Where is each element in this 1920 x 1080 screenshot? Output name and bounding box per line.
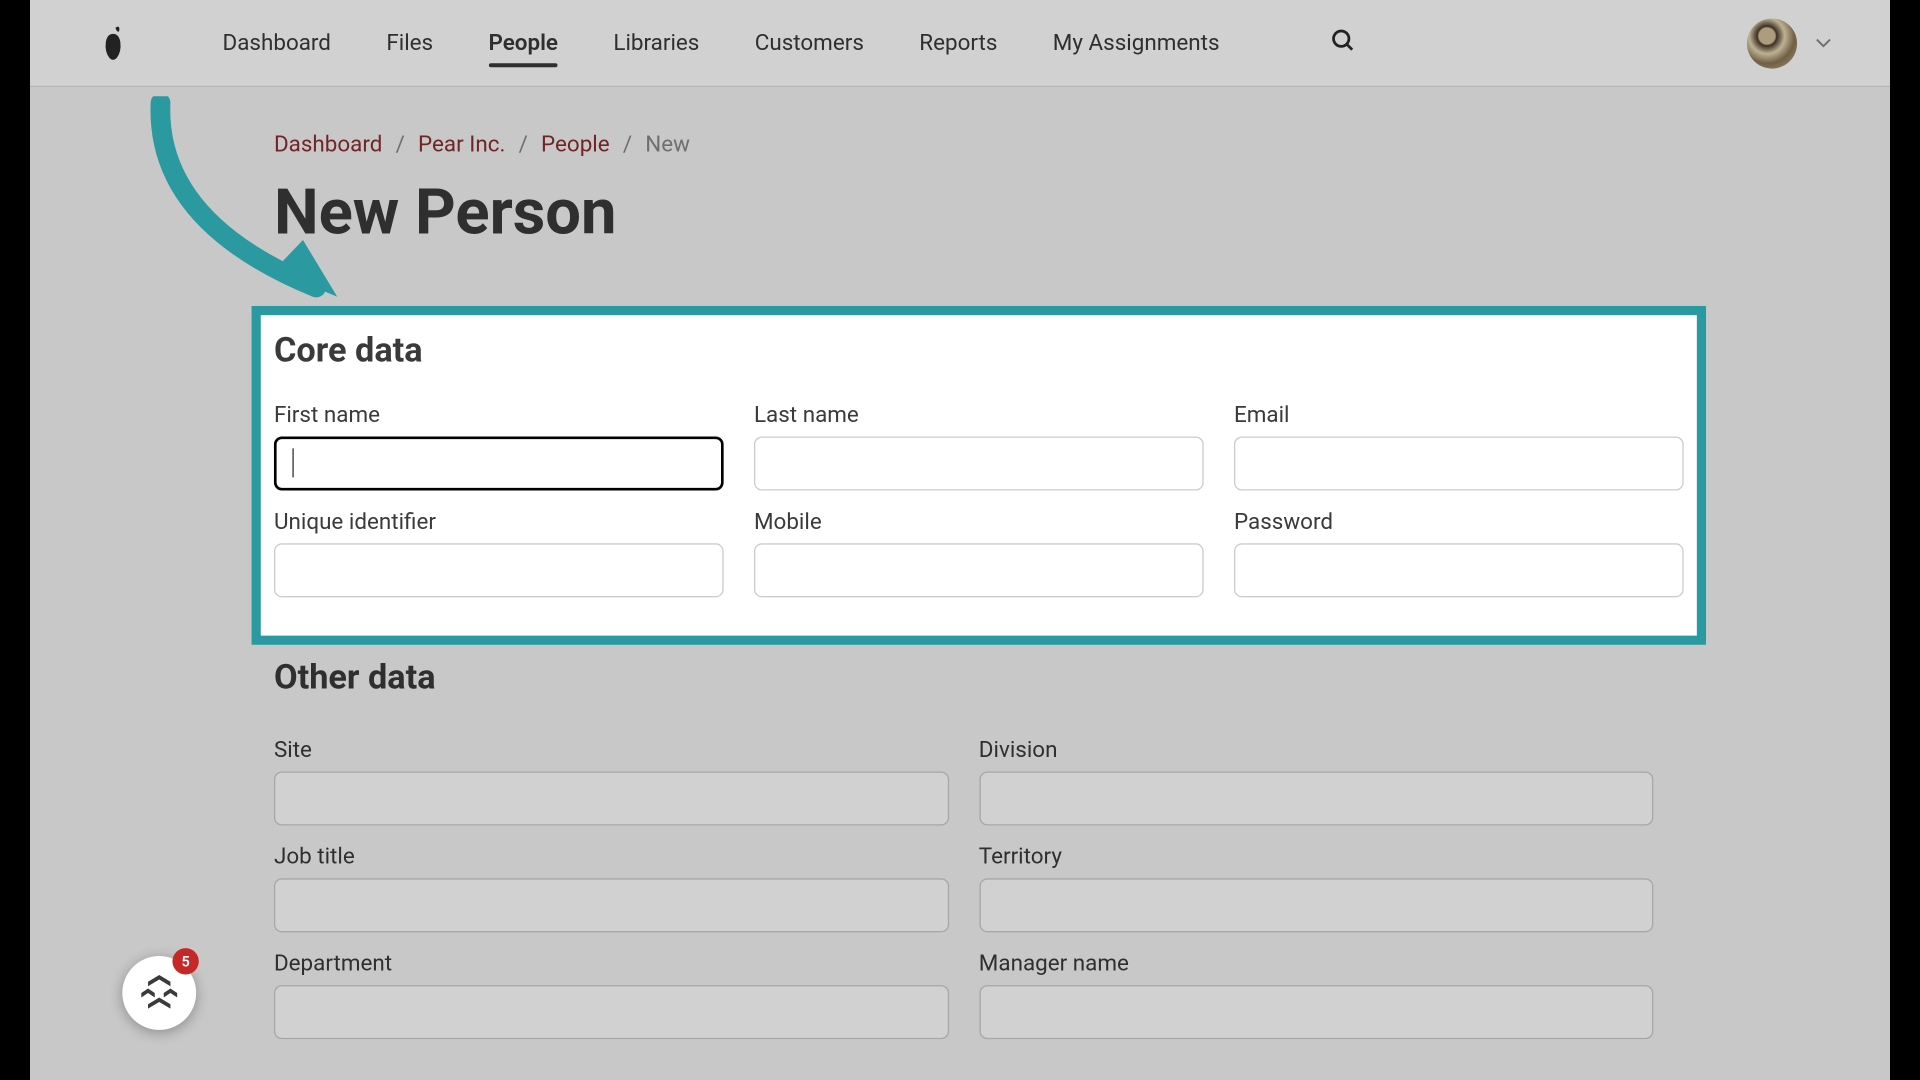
input-email[interactable] [1234, 436, 1684, 490]
input-mobile[interactable] [754, 543, 1204, 597]
label-email: Email [1234, 402, 1684, 428]
window-border-left [0, 0, 30, 1080]
label-territory: Territory [979, 844, 1654, 870]
input-last-name[interactable] [754, 436, 1204, 490]
input-job-title[interactable] [274, 878, 949, 932]
nav-people[interactable]: People [488, 3, 557, 82]
input-first-name[interactable] [274, 436, 724, 490]
breadcrumb-people[interactable]: People [541, 132, 610, 158]
breadcrumb-separator: / [396, 132, 405, 158]
input-department[interactable] [274, 985, 949, 1039]
breadcrumb-separator: / [623, 132, 632, 158]
user-avatar[interactable] [1747, 18, 1797, 68]
help-widget[interactable]: 5 [122, 956, 196, 1030]
nav-files[interactable]: Files [386, 3, 433, 82]
brand-logo[interactable] [99, 24, 128, 61]
input-site[interactable] [274, 771, 949, 825]
text-cursor [292, 448, 293, 477]
breadcrumb-separator: / [519, 132, 528, 158]
label-password: Password [1234, 509, 1684, 535]
label-department: Department [274, 951, 949, 977]
nav-dashboard[interactable]: Dashboard [223, 3, 331, 82]
breadcrumb-pear-inc[interactable]: Pear Inc. [418, 132, 505, 158]
section-other-title: Other data [274, 658, 1653, 698]
input-manager-name[interactable] [979, 985, 1654, 1039]
input-password[interactable] [1234, 543, 1684, 597]
input-territory[interactable] [979, 878, 1654, 932]
label-site: Site [274, 737, 949, 763]
section-core-title: Core data [274, 331, 1684, 371]
help-badge: 5 [172, 948, 198, 974]
top-nav: Dashboard Files People Libraries Custome… [30, 0, 1897, 87]
label-job-title: Job title [274, 844, 949, 870]
label-unique-identifier: Unique identifier [274, 509, 724, 535]
core-data-highlight: Core data First name Last name Email Uni… [252, 306, 1707, 645]
nav-customers[interactable]: Customers [755, 3, 864, 82]
label-last-name: Last name [754, 402, 1204, 428]
label-first-name: First name [274, 402, 724, 428]
nav-libraries[interactable]: Libraries [613, 3, 699, 82]
input-unique-identifier[interactable] [274, 543, 724, 597]
nav-reports[interactable]: Reports [919, 3, 997, 82]
label-mobile: Mobile [754, 509, 1204, 535]
breadcrumb: Dashboard / Pear Inc. / People / New [274, 113, 1653, 158]
input-division[interactable] [979, 771, 1654, 825]
window-border-right [1890, 0, 1920, 1080]
chevron-down-icon[interactable] [1816, 34, 1832, 52]
nav-my-assignments[interactable]: My Assignments [1053, 3, 1220, 82]
label-division: Division [979, 737, 1654, 763]
search-icon[interactable] [1330, 27, 1356, 59]
breadcrumb-current: New [645, 132, 690, 158]
label-manager-name: Manager name [979, 951, 1654, 977]
page-title: New Person [274, 174, 1653, 249]
breadcrumb-dashboard[interactable]: Dashboard [274, 132, 382, 158]
